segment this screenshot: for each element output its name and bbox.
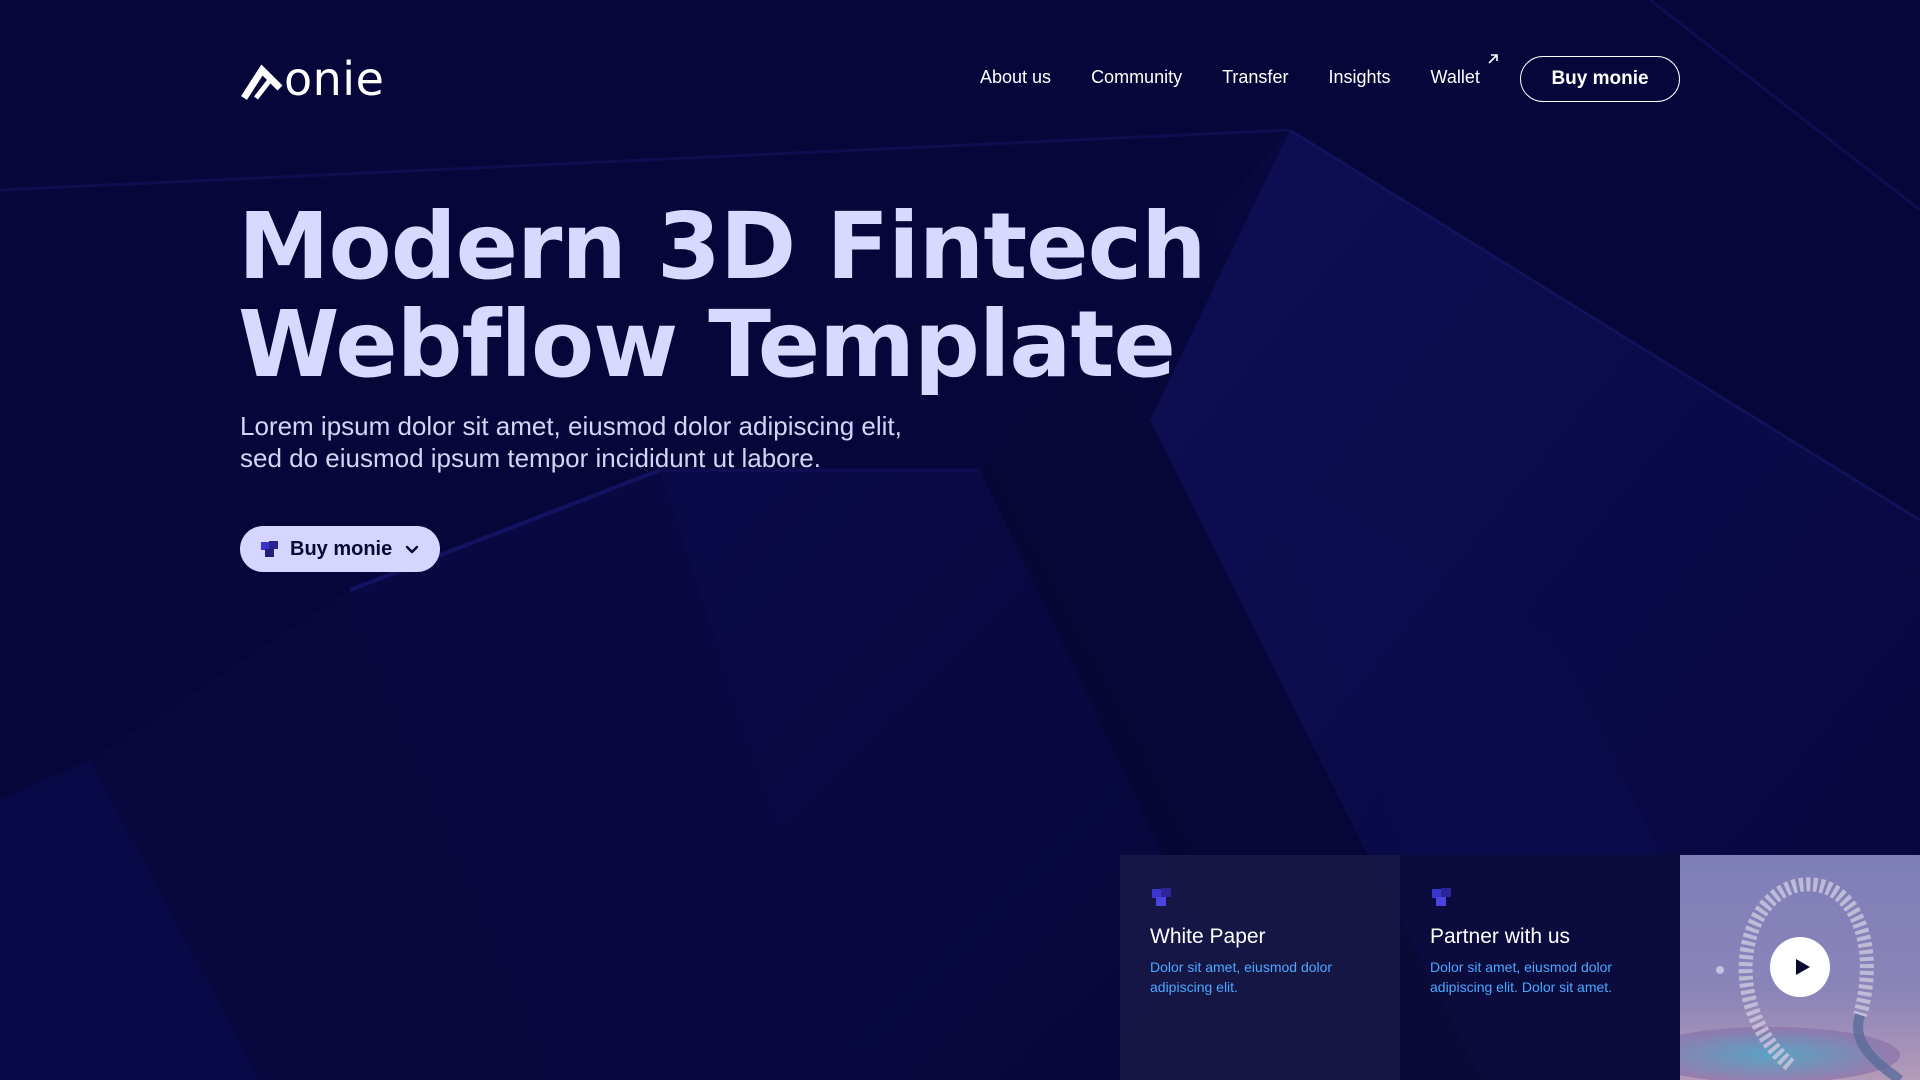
nav-link-community[interactable]: Community (1091, 64, 1182, 90)
logo-text: onie (284, 52, 385, 106)
hero-subtitle-line-2: sed do eiusmod ipsum tempor incididunt u… (240, 443, 821, 473)
nav-link-transfer[interactable]: Transfer (1222, 64, 1288, 90)
chevron-down-icon (406, 545, 419, 554)
hero-title-line-1: Modern 3D Fintech (238, 193, 1207, 300)
card-partner-with-us[interactable]: Partner with us Dolor sit amet, eiusmod … (1400, 855, 1680, 1080)
hero-subtitle-line-1: Lorem ipsum dolor sit amet, eiusmod dolo… (240, 411, 902, 441)
play-icon (1796, 959, 1810, 975)
nav-link-insights[interactable]: Insights (1328, 64, 1390, 90)
cubes-icon (1152, 888, 1171, 906)
hero-title: Modern 3D Fintech Webflow Template (238, 193, 1207, 398)
cubes-icon (1432, 888, 1451, 906)
card-description: Dolor sit amet, eiusmod dolor adipiscing… (1150, 959, 1333, 995)
play-button[interactable] (1770, 937, 1830, 997)
nav-buy-monie-button[interactable]: Buy monie (1520, 56, 1680, 102)
hero-buy-monie-dropdown[interactable]: Buy monie (240, 526, 440, 572)
monie-logo-icon (241, 64, 283, 100)
hero-title-line-2: Webflow Template (238, 291, 1176, 398)
nav-links: About us Community Transfer Insights Wal… (980, 54, 1498, 90)
nav-link-wallet-label: Wallet (1430, 67, 1480, 87)
card-white-paper[interactable]: White Paper Dolor sit amet, eiusmod dolo… (1120, 855, 1400, 1080)
card-title: Partner with us (1430, 925, 1571, 948)
logo[interactable]: onie (240, 50, 384, 110)
video-thumbnail[interactable] (1680, 855, 1920, 1080)
card-description: Dolor sit amet, eiusmod dolor adipiscing… (1430, 959, 1613, 995)
nav-link-about-us[interactable]: About us (980, 64, 1051, 90)
hero-buy-monie-label: Buy monie (290, 537, 393, 560)
nav-link-wallet[interactable]: Wallet (1430, 54, 1498, 90)
top-navigation: onie About us Community Transfer Insight… (0, 0, 1920, 160)
external-arrow-icon (1488, 54, 1498, 64)
hero-subtitle: Lorem ipsum dolor sit amet, eiusmod dolo… (240, 410, 1000, 474)
card-title: White Paper (1150, 925, 1266, 948)
cubes-icon (261, 541, 278, 557)
